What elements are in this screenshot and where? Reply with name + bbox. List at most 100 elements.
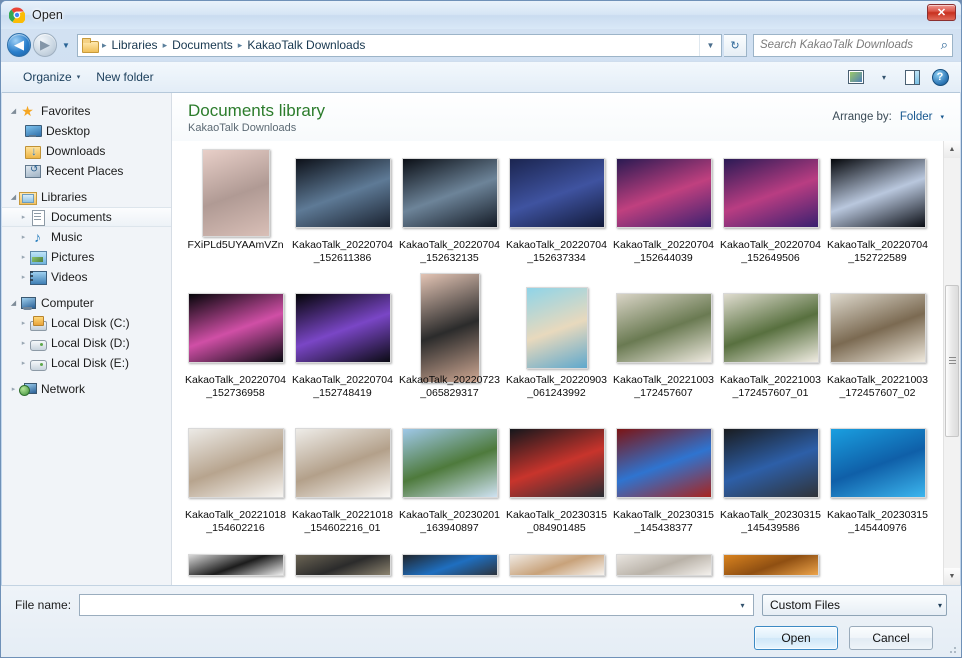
chevron-down-icon[interactable]: ▾: [734, 595, 751, 615]
desktop-icon: [24, 123, 42, 139]
sidebar-item-computer[interactable]: ◢ Computer: [2, 293, 171, 313]
vertical-scrollbar[interactable]: ▲ ▼: [943, 141, 960, 585]
twisty-icon[interactable]: ▸: [18, 273, 29, 281]
breadcrumb-item-libraries[interactable]: Libraries: [109, 38, 161, 52]
new-folder-button[interactable]: New folder: [88, 66, 161, 88]
help-icon: ?: [931, 68, 949, 86]
cancel-button[interactable]: Cancel: [849, 626, 933, 650]
file-tile[interactable]: KakaoTalk_20230201_163940897: [396, 415, 503, 550]
chevron-down-icon[interactable]: ▼: [699, 34, 721, 56]
disk-icon: [29, 355, 47, 371]
twisty-icon[interactable]: ▸: [18, 253, 29, 261]
twisty-icon[interactable]: ◢: [8, 299, 19, 307]
sidebar-item-downloads[interactable]: Downloads: [2, 141, 171, 161]
twisty-icon[interactable]: ▸: [8, 385, 19, 393]
breadcrumb[interactable]: ▸ Libraries ▸ Documents ▸ KakaoTalk Down…: [77, 33, 722, 57]
search-input[interactable]: [760, 39, 941, 51]
file-tile[interactable]: KakaoTalk_20221003_172457607: [610, 280, 717, 415]
sidebar-item-videos[interactable]: ▸ Videos: [2, 267, 171, 287]
twisty-icon[interactable]: ▸: [18, 213, 29, 221]
file-type-select[interactable]: Custom Files ▾: [762, 594, 947, 616]
file-tile[interactable]: KakaoTalk_20221018_154602216_01: [289, 415, 396, 550]
breadcrumb-item-kakaotalk-downloads[interactable]: KakaoTalk Downloads: [244, 38, 368, 52]
preview-pane-button[interactable]: [899, 66, 925, 88]
twisty-icon[interactable]: ◢: [8, 193, 19, 201]
refresh-icon[interactable]: ↻: [724, 33, 747, 57]
twisty-icon[interactable]: ▸: [18, 359, 29, 367]
file-tile[interactable]: KakaoTalk_20220903_061243992: [503, 280, 610, 415]
file-tile[interactable]: KakaoTalk_20230315_145440976: [824, 415, 931, 550]
file-tile[interactable]: [396, 550, 503, 585]
forward-button[interactable]: ▶: [33, 33, 57, 57]
file-tile[interactable]: [289, 550, 396, 585]
file-tile[interactable]: KakaoTalk_20220723_065829317: [396, 273, 503, 415]
twisty-icon[interactable]: ▸: [18, 319, 29, 327]
search-box[interactable]: ⌕: [753, 33, 953, 57]
sidebar-item-documents[interactable]: ▸ Documents: [2, 207, 171, 227]
history-dropdown-icon[interactable]: ▼: [59, 33, 73, 57]
thumbnail-wrapper: [400, 149, 500, 237]
scrollbar-thumb[interactable]: [945, 285, 959, 437]
thumbnail-wrapper: [400, 419, 500, 507]
file-name-box[interactable]: ▾: [79, 594, 754, 616]
organize-button[interactable]: Organize ▾: [15, 66, 88, 88]
file-tile[interactable]: KakaoTalk_20221003_172457607_01: [717, 280, 824, 415]
sidebar-item-label: Computer: [41, 296, 94, 310]
back-button[interactable]: ◀: [7, 33, 31, 57]
file-tile[interactable]: KakaoTalk_20221018_154602216: [182, 415, 289, 550]
open-button[interactable]: Open: [754, 626, 838, 650]
sidebar-item-favorites[interactable]: ◢ ★ Favorites: [2, 101, 171, 121]
file-tile[interactable]: [610, 550, 717, 585]
file-tile[interactable]: KakaoTalk_20220704_152722589: [824, 145, 931, 280]
thumbnail-wrapper: [614, 149, 714, 237]
arrange-by-control[interactable]: Arrange by: Folder ▾: [832, 111, 944, 123]
file-tile[interactable]: [717, 550, 824, 585]
sidebar-item-local-disk-c[interactable]: ▸ Local Disk (C:): [2, 313, 171, 333]
file-name-input[interactable]: [85, 598, 734, 612]
sidebar-item-libraries[interactable]: ◢ Libraries: [2, 187, 171, 207]
sidebar-item-local-disk-d[interactable]: ▸ Local Disk (D:): [2, 333, 171, 353]
file-tile[interactable]: KakaoTalk_20220704_152748419: [289, 280, 396, 415]
file-tile[interactable]: KakaoTalk_20220704_152649506: [717, 145, 824, 280]
sidebar-item-desktop[interactable]: Desktop: [2, 121, 171, 141]
file-tile[interactable]: KakaoTalk_20220704_152632135: [396, 145, 503, 280]
file-tile[interactable]: KakaoTalk_20230315_145438377: [610, 415, 717, 550]
chevron-down-icon[interactable]: ▾: [940, 113, 944, 121]
file-tile[interactable]: KakaoTalk_20230315_145439586: [717, 415, 824, 550]
thumbnail-wrapper: [614, 554, 714, 576]
file-thumbnail: [401, 158, 498, 228]
file-tile[interactable]: KakaoTalk_20221003_172457607_02: [824, 280, 931, 415]
file-tile[interactable]: KakaoTalk_20230315_084901485: [503, 415, 610, 550]
file-tile[interactable]: KakaoTalk_20220704_152637334: [503, 145, 610, 280]
sidebar-item-pictures[interactable]: ▸ Pictures: [2, 247, 171, 267]
file-grid[interactable]: FXiPLd5UYAAmVZn KakaoTalk_20220704_152611…: [172, 141, 943, 585]
scrollbar-grip-icon: [948, 357, 956, 365]
arrange-by-value[interactable]: Folder: [900, 111, 933, 123]
scroll-up-button[interactable]: ▲: [944, 141, 960, 158]
breadcrumb-item-documents[interactable]: Documents: [169, 38, 236, 52]
sidebar-item-recent-places[interactable]: Recent Places: [2, 161, 171, 181]
file-thumbnail: [187, 554, 284, 576]
sidebar-item-music[interactable]: ▸ ♪ Music: [2, 227, 171, 247]
file-tile[interactable]: KakaoTalk_20220704_152611386: [289, 145, 396, 280]
twisty-icon[interactable]: ▸: [18, 233, 29, 241]
sidebar-item-network[interactable]: ▸ Network: [2, 379, 171, 399]
file-name-label: KakaoTalk_20220723_065829317: [398, 374, 500, 399]
help-button[interactable]: ?: [927, 66, 953, 88]
resize-grip[interactable]: [946, 643, 958, 655]
file-tile[interactable]: KakaoTalk_20220704_152644039: [610, 145, 717, 280]
change-view-button[interactable]: [843, 66, 869, 88]
scrollbar-track[interactable]: [944, 158, 960, 568]
file-tile[interactable]: [503, 550, 610, 585]
navigation-pane[interactable]: ◢ ★ Favorites Desktop Downloads Recent P…: [2, 93, 172, 585]
file-thumbnail: [722, 293, 819, 363]
file-tile[interactable]: FXiPLd5UYAAmVZn: [182, 145, 289, 280]
file-tile[interactable]: [182, 550, 289, 585]
scroll-down-button[interactable]: ▼: [944, 568, 960, 585]
change-view-dropdown[interactable]: ▾: [871, 66, 897, 88]
twisty-icon[interactable]: ◢: [8, 107, 19, 115]
file-tile[interactable]: KakaoTalk_20220704_152736958: [182, 280, 289, 415]
sidebar-item-local-disk-e[interactable]: ▸ Local Disk (E:): [2, 353, 171, 373]
close-button[interactable]: ✕: [927, 4, 956, 21]
twisty-icon[interactable]: ▸: [18, 339, 29, 347]
